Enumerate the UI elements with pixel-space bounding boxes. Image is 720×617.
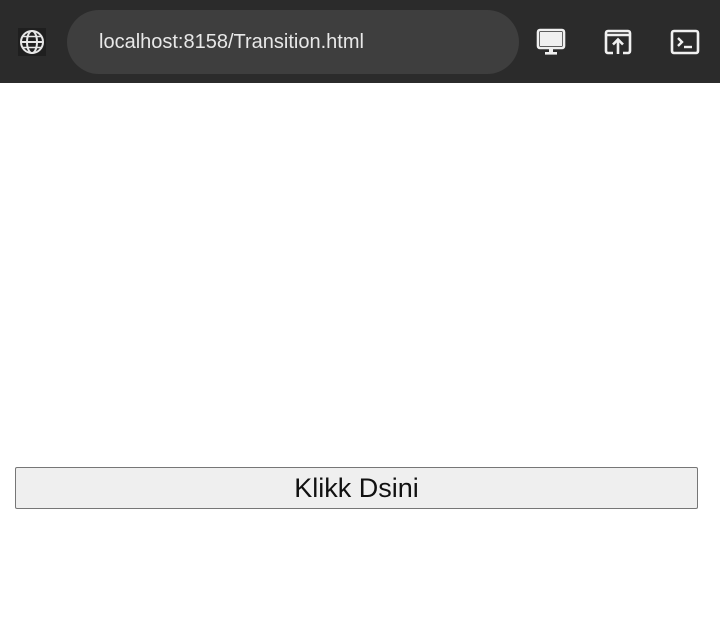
globe-icon[interactable] bbox=[18, 28, 46, 56]
monitor-icon[interactable] bbox=[536, 27, 566, 57]
page-content: Klikk Dsini bbox=[0, 83, 720, 617]
address-bar[interactable]: localhost:8158/Transition.html bbox=[67, 10, 519, 74]
terminal-icon[interactable] bbox=[670, 27, 700, 57]
browser-toolbar: localhost:8158/Transition.html bbox=[0, 0, 720, 83]
open-in-browser-icon[interactable] bbox=[603, 27, 633, 57]
klikk-button[interactable]: Klikk Dsini bbox=[15, 467, 698, 509]
url-text: localhost:8158/Transition.html bbox=[99, 30, 364, 53]
